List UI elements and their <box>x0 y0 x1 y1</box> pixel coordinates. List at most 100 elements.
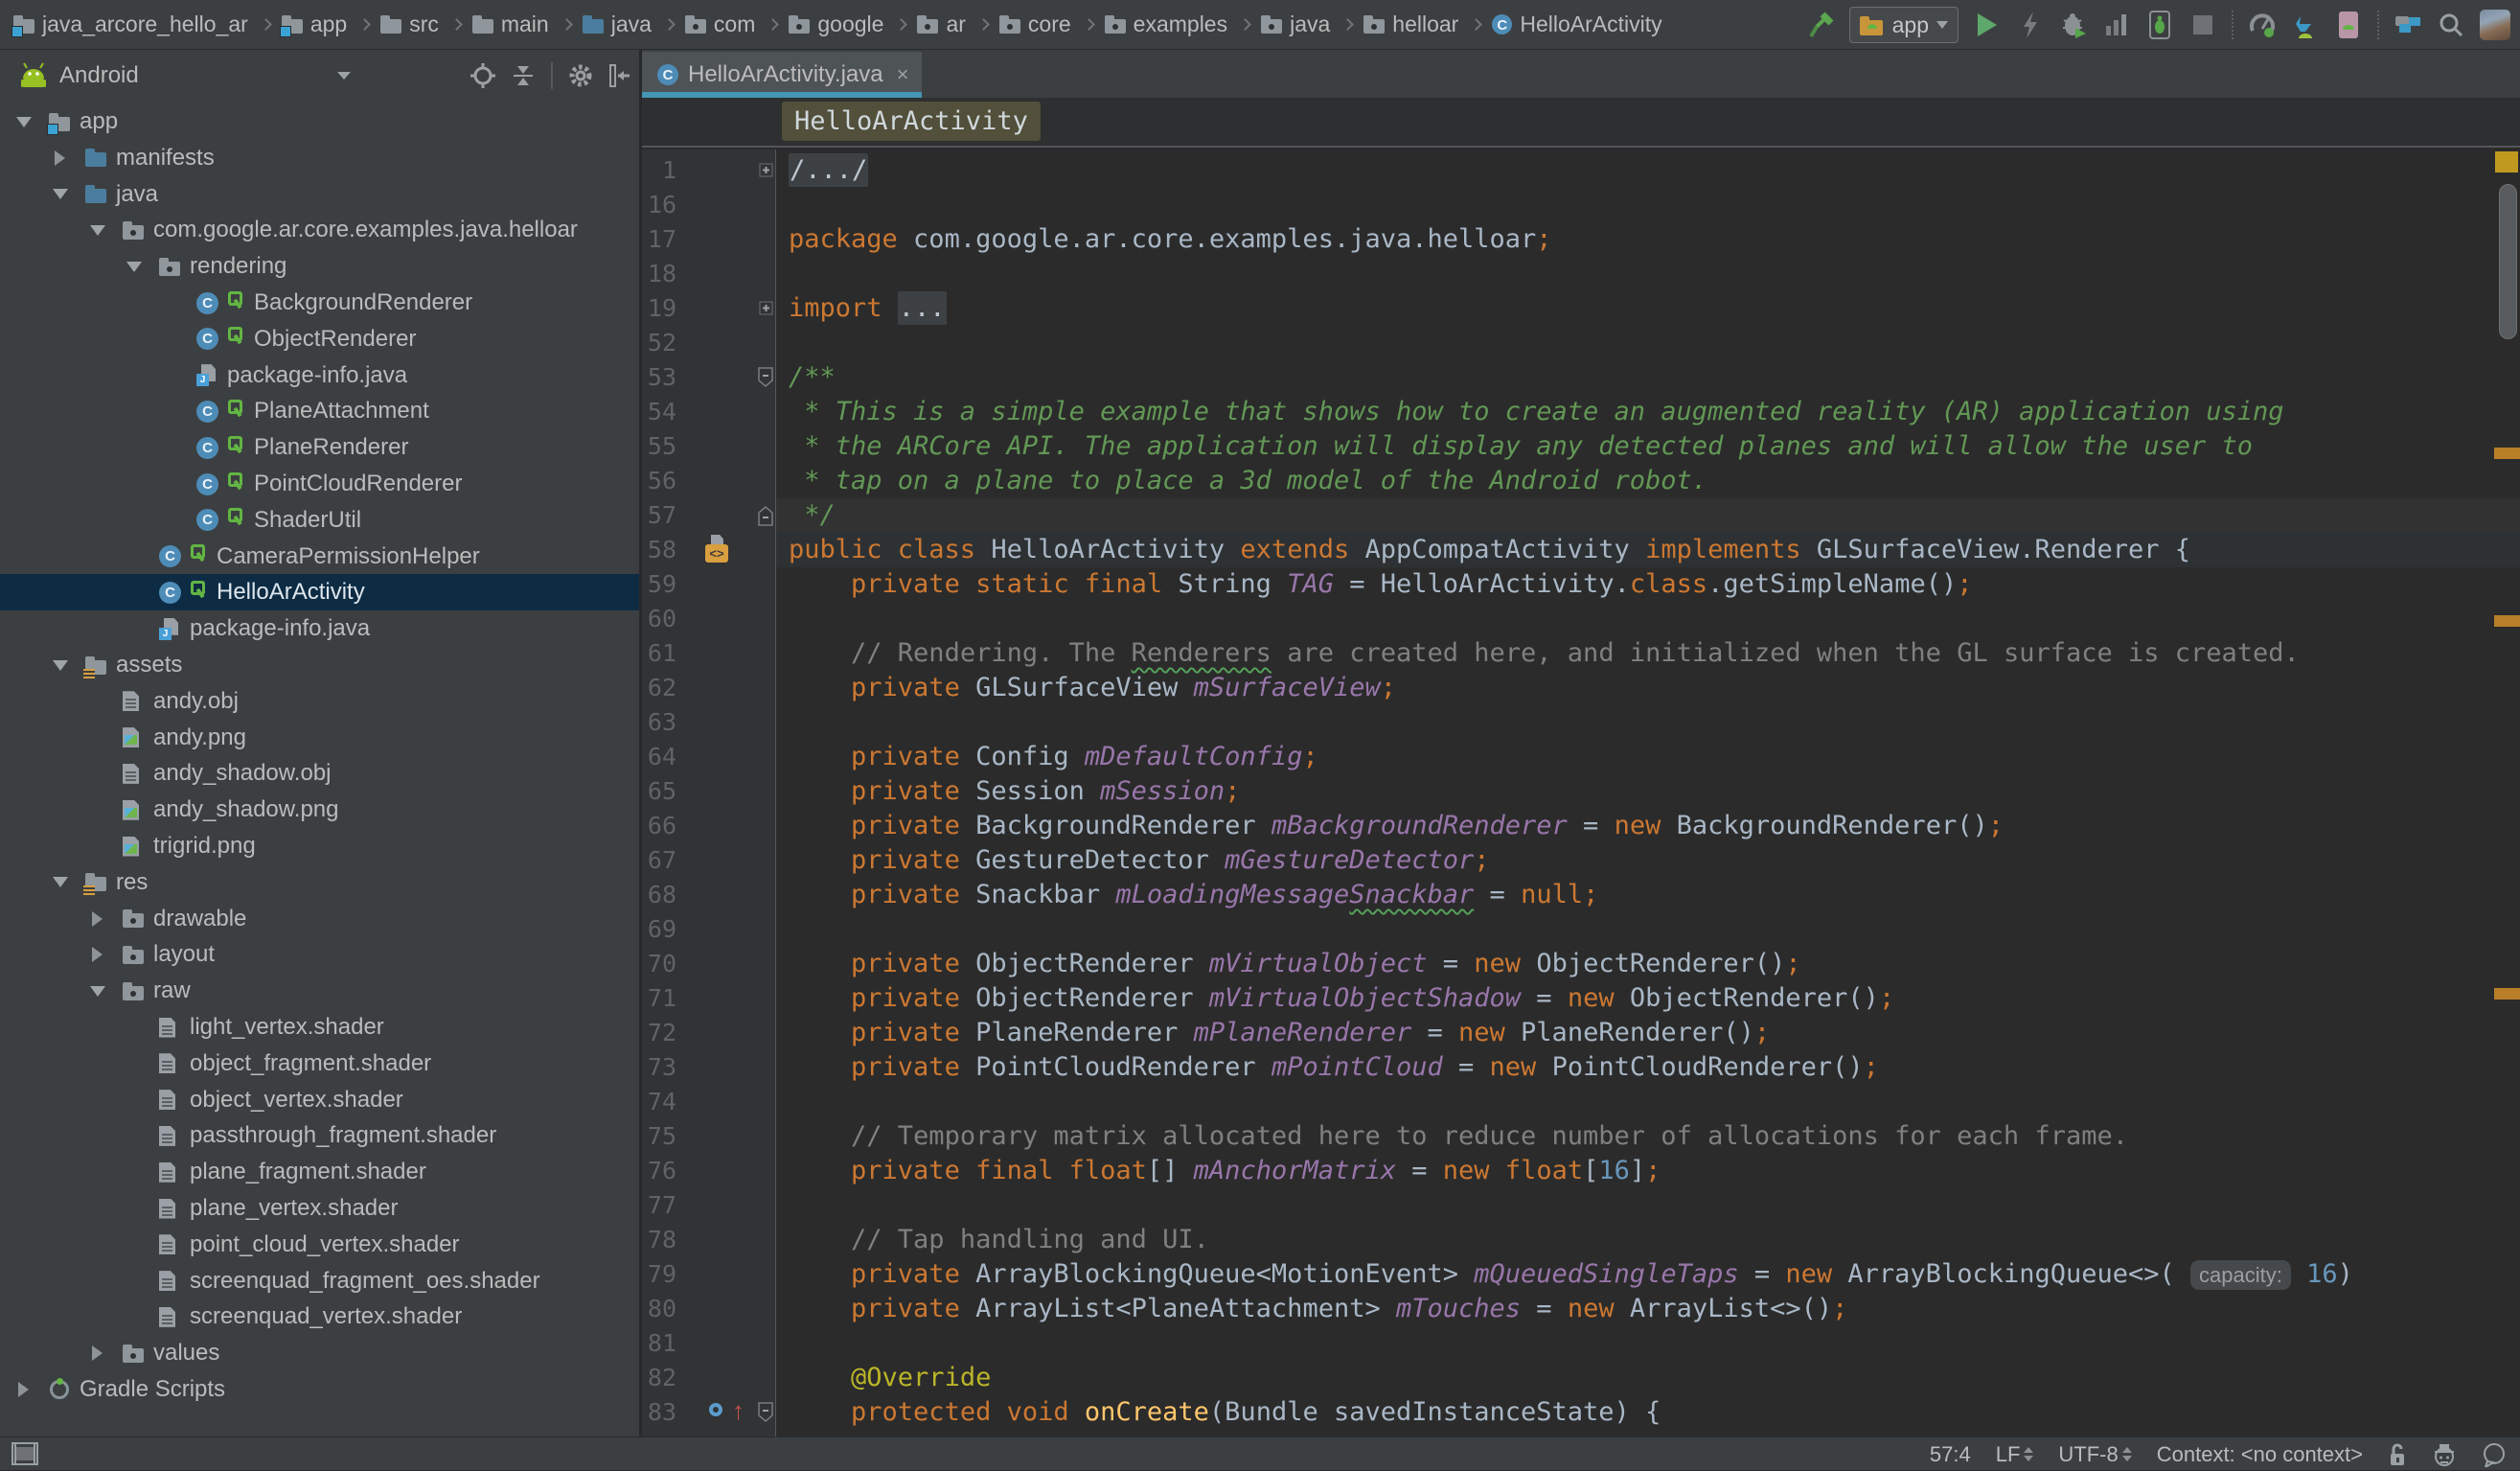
breadcrumb-item-helloar[interactable]: helloar <box>1363 11 1458 37</box>
tree-item-screenquad_vertex.shader[interactable]: screenquad_vertex.shader <box>0 1299 639 1335</box>
fold-marker-icon[interactable] <box>759 301 774 316</box>
breadcrumb-item-src[interactable]: src <box>380 11 439 37</box>
code-line-16[interactable] <box>776 188 2520 222</box>
tree-item-light_vertex.shader[interactable]: light_vertex.shader <box>0 1009 639 1046</box>
breadcrumb-item-core[interactable]: core <box>999 11 1071 37</box>
tree-item-Gradle Scripts[interactable]: Gradle Scripts <box>0 1371 639 1408</box>
breadcrumb-item-com[interactable]: com <box>685 11 755 37</box>
code-line-65[interactable]: private Session mSession; <box>776 774 2520 809</box>
tree-item-res[interactable]: res <box>0 864 639 901</box>
collapsed-arrow-icon[interactable] <box>18 1382 29 1397</box>
code-line-64[interactable]: private Config mDefaultConfig; <box>776 740 2520 774</box>
tree-item-PlaneAttachment[interactable]: PlaneAttachment <box>0 393 639 429</box>
tree-item-object_fragment.shader[interactable]: object_fragment.shader <box>0 1046 639 1082</box>
tree-item-rendering[interactable]: rendering <box>0 248 639 285</box>
code-line-60[interactable] <box>776 602 2520 636</box>
tree-item-manifests[interactable]: manifests <box>0 140 639 176</box>
gutter-line-18[interactable]: 18 <box>642 257 775 291</box>
attach-debugger-button[interactable] <box>2145 11 2174 39</box>
tree-item-trigrid.png[interactable]: trigrid.png <box>0 828 639 864</box>
gutter-line-64[interactable]: 64 <box>642 740 775 774</box>
chevron-down-icon[interactable] <box>337 72 351 80</box>
code-line-67[interactable]: private GestureDetector mGestureDetector… <box>776 843 2520 878</box>
breadcrumb-item-java[interactable]: java <box>1261 11 1330 37</box>
gutter-line-65[interactable]: 65 <box>642 774 775 809</box>
code-line-77[interactable] <box>776 1188 2520 1223</box>
notifications-icon[interactable] <box>2482 1442 2507 1467</box>
tree-item-package-info.java[interactable]: package-info.java <box>0 610 639 647</box>
gutter-line-69[interactable]: 69 <box>642 912 775 947</box>
code-line-63[interactable] <box>776 705 2520 740</box>
tree-item-values[interactable]: values <box>0 1335 639 1371</box>
code-line-17[interactable]: package com.google.ar.core.examples.java… <box>776 222 2520 257</box>
related-file-gutter-icon[interactable]: <> <box>705 535 744 565</box>
tree-item-screenquad_fragment_oes.shader[interactable]: screenquad_fragment_oes.shader <box>0 1263 639 1299</box>
code-line-62[interactable]: private GLSurfaceView mSurfaceView; <box>776 671 2520 705</box>
breadcrumb-item-google[interactable]: google <box>789 11 883 37</box>
code-line-81[interactable] <box>776 1326 2520 1361</box>
search-everywhere-button[interactable] <box>2437 11 2465 39</box>
tree-item-raw[interactable]: raw <box>0 973 639 1009</box>
gutter-line-66[interactable]: 66 <box>642 809 775 843</box>
tree-item-andy_shadow.obj[interactable]: andy_shadow.obj <box>0 755 639 792</box>
tree-item-point_cloud_vertex.shader[interactable]: point_cloud_vertex.shader <box>0 1227 639 1263</box>
code-line-61[interactable]: // Rendering. The Renderers are created … <box>776 636 2520 671</box>
expanded-arrow-icon[interactable] <box>90 225 105 236</box>
code-column[interactable]: /.../package com.google.ar.core.examples… <box>776 149 2520 1437</box>
context-indicator[interactable]: Context: <no context> <box>2157 1442 2363 1467</box>
gutter-line-54[interactable]: 54 <box>642 395 775 429</box>
code-line-59[interactable]: private static final String TAG = HelloA… <box>776 567 2520 602</box>
breadcrumb-item-main[interactable]: main <box>472 11 549 37</box>
warning-stripe-mark[interactable] <box>2494 988 2520 1000</box>
gutter-line-19[interactable]: 19 <box>642 291 775 326</box>
settings-gear-icon[interactable] <box>568 63 593 88</box>
tree-item-BackgroundRenderer[interactable]: BackgroundRenderer <box>0 285 639 321</box>
code-line-54[interactable]: * This is a simple example that shows ho… <box>776 395 2520 429</box>
debug-button[interactable] <box>2059 11 2088 39</box>
tree-item-passthrough_fragment.shader[interactable]: passthrough_fragment.shader <box>0 1117 639 1154</box>
breadcrumb-item-java[interactable]: java <box>583 11 652 37</box>
gutter-line-57[interactable]: 57 <box>642 498 775 533</box>
stop-button[interactable] <box>2188 11 2217 39</box>
gutter-line-55[interactable]: 55 <box>642 429 775 464</box>
tree-item-app[interactable]: app <box>0 103 639 140</box>
expanded-arrow-icon[interactable] <box>53 877 68 887</box>
code-line-73[interactable]: private PointCloudRenderer mPointCloud =… <box>776 1050 2520 1085</box>
tree-item-layout[interactable]: layout <box>0 936 639 973</box>
tree-item-plane_fragment.shader[interactable]: plane_fragment.shader <box>0 1154 639 1190</box>
code-line-82[interactable]: @Override <box>776 1361 2520 1395</box>
code-line-75[interactable]: // Temporary matrix allocated here to re… <box>776 1119 2520 1154</box>
gutter-line-62[interactable]: 62 <box>642 671 775 705</box>
tree-item-andy.png[interactable]: andy.png <box>0 720 639 756</box>
code-line-18[interactable] <box>776 257 2520 291</box>
code-line-66[interactable]: private BackgroundRenderer mBackgroundRe… <box>776 809 2520 843</box>
tree-item-java[interactable]: java <box>0 176 639 213</box>
gutter-line-67[interactable]: 67 <box>642 843 775 878</box>
gutter-line-52[interactable]: 52 <box>642 326 775 360</box>
code-line-69[interactable] <box>776 912 2520 947</box>
gutter-line-17[interactable]: 17 <box>642 222 775 257</box>
code-line-55[interactable]: * the ARCore API. The application will d… <box>776 429 2520 464</box>
user-avatar[interactable] <box>2480 10 2510 40</box>
breadcrumb-item-java_arcore_hello_ar[interactable]: java_arcore_hello_ar <box>13 11 248 37</box>
editor-gutter[interactable]: 11617181952535455565758<>596061626364656… <box>642 149 776 1437</box>
sdk-manager-button[interactable] <box>2291 11 2320 39</box>
collapsed-arrow-icon[interactable] <box>92 947 103 962</box>
gutter-line-68[interactable]: 68 <box>642 878 775 912</box>
code-line-79[interactable]: private ArrayBlockingQueue<MotionEvent> … <box>776 1257 2520 1292</box>
tab-helloaractivity-java[interactable]: HelloArActivity.java × <box>642 52 922 98</box>
code-line-72[interactable]: private PlaneRenderer mPlaneRenderer = n… <box>776 1016 2520 1050</box>
gutter-line-75[interactable]: 75 <box>642 1119 775 1154</box>
tree-item-object_vertex.shader[interactable]: object_vertex.shader <box>0 1082 639 1118</box>
expanded-arrow-icon[interactable] <box>90 986 105 997</box>
code-line-74[interactable] <box>776 1085 2520 1119</box>
gutter-line-78[interactable]: 78 <box>642 1223 775 1257</box>
make-project-button[interactable] <box>1806 11 1835 39</box>
fold-marker-icon[interactable] <box>757 1402 774 1423</box>
code-line-78[interactable]: // Tap handling and UI. <box>776 1223 2520 1257</box>
code-area[interactable]: 11617181952535455565758<>596061626364656… <box>642 149 2520 1437</box>
breadcrumb-item-app[interactable]: app <box>282 11 347 37</box>
tree-item-ShaderUtil[interactable]: ShaderUtil <box>0 502 639 539</box>
project-view-selector[interactable]: Android <box>59 62 139 89</box>
run-button[interactable] <box>1973 11 2002 39</box>
